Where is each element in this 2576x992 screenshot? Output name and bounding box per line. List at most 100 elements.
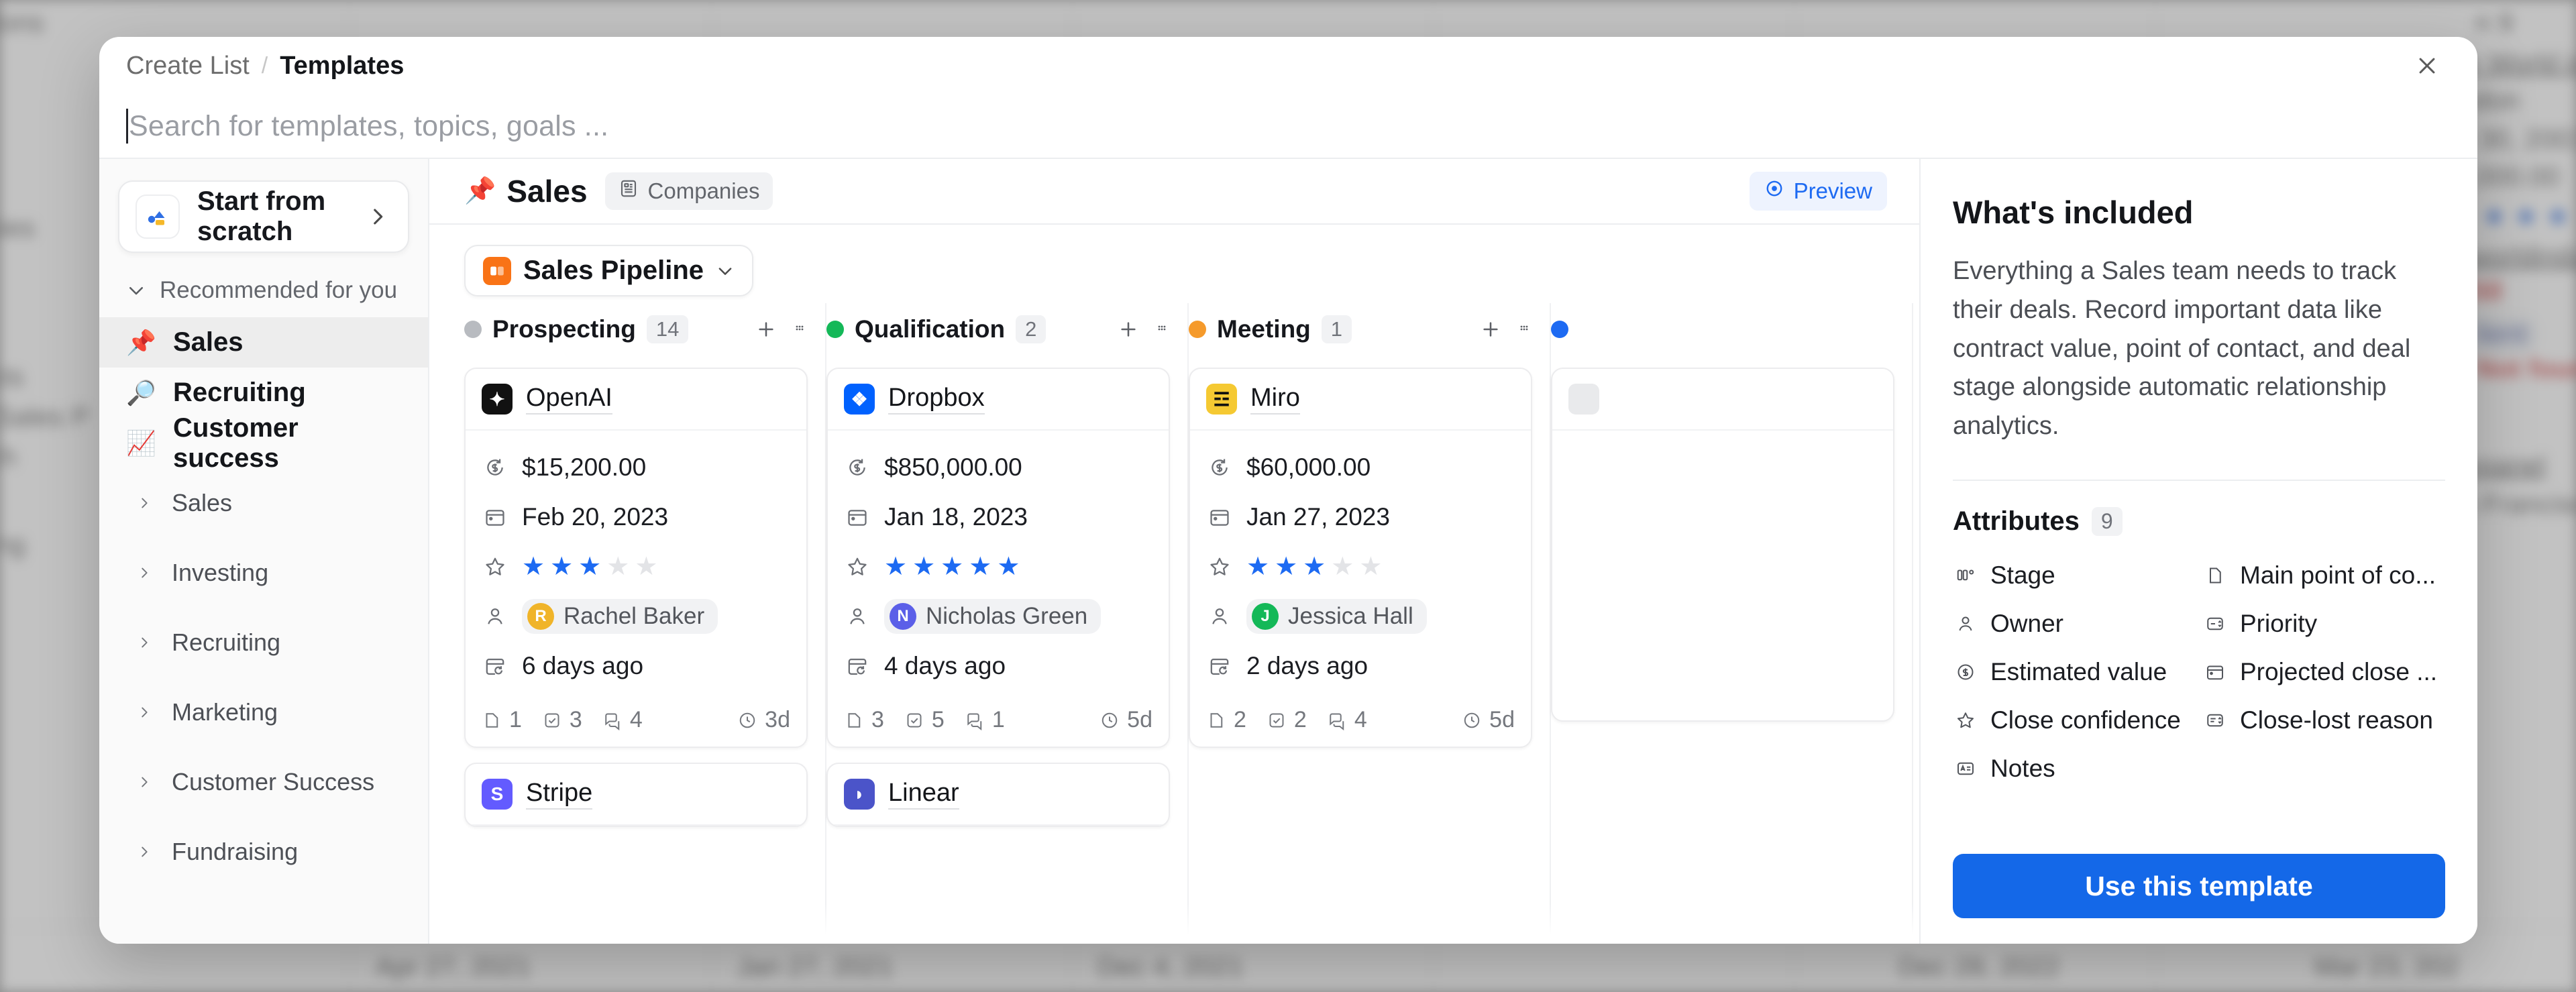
drag-handle-icon[interactable] bbox=[1516, 321, 1532, 337]
chevron-right-icon bbox=[137, 565, 152, 581]
deal-card[interactable]: ❖ Dropbox $850,000.00 Jan 18, 2023 ★ ★ ★… bbox=[826, 368, 1170, 748]
attachment-count: 1 bbox=[482, 707, 522, 733]
drag-handle-icon[interactable] bbox=[1154, 321, 1170, 337]
sidebar-category-marketing[interactable]: Marketing bbox=[99, 677, 428, 747]
kanban-board[interactable]: Prospecting 14 ✦ OpenAI $15,200.00 Feb 2… bbox=[429, 303, 1919, 944]
attributes-grid: Stage Main point of co... Owner Priority… bbox=[1953, 551, 2445, 793]
sidebar-category-fundraising[interactable]: Fundraising bbox=[99, 817, 428, 887]
attio-logo-icon bbox=[136, 195, 180, 239]
card-company-name[interactable]: Dropbox bbox=[888, 384, 985, 415]
search-input[interactable]: Search for templates, topics, goals ... bbox=[129, 110, 608, 143]
projected-close-date: Jan 18, 2023 bbox=[884, 503, 1028, 531]
stage-icon bbox=[1953, 565, 1978, 586]
add-record-icon[interactable] bbox=[755, 319, 777, 340]
sidebar-item-customer-success[interactable]: 📈 Customer success bbox=[99, 413, 428, 473]
deal-card-partial[interactable]: ◗ Linear bbox=[826, 763, 1170, 827]
deal-card-clipped[interactable] bbox=[1551, 368, 1894, 722]
preview-button[interactable]: Preview bbox=[1749, 172, 1887, 211]
card-company-name[interactable]: Linear bbox=[888, 779, 959, 810]
use-this-template-button[interactable]: Use this template bbox=[1953, 854, 2445, 918]
search-bar[interactable]: Search for templates, topics, goals ... bbox=[99, 95, 2477, 159]
chevron-right-icon bbox=[137, 704, 152, 720]
person-icon bbox=[1206, 605, 1233, 628]
object-type-chip: Companies bbox=[604, 172, 773, 210]
chevron-right-icon bbox=[137, 774, 152, 790]
sidebar-category-customer-success[interactable]: Customer Success bbox=[99, 747, 428, 817]
sidebar-item-sales[interactable]: 📌 Sales bbox=[99, 317, 428, 368]
deal-card[interactable]: ✦ OpenAI $15,200.00 Feb 20, 2023 ★ ★ ★ ★… bbox=[464, 368, 808, 748]
owner-name: Jessica Hall bbox=[1288, 603, 1413, 629]
card-header bbox=[1552, 369, 1893, 431]
sidebar-category-recruiting[interactable]: Recruiting bbox=[99, 608, 428, 677]
card-header: ❖ Dropbox bbox=[828, 369, 1169, 431]
card-footer: 2 2 4 5d bbox=[1190, 700, 1531, 747]
sidebar-category-sales[interactable]: Sales bbox=[99, 468, 428, 538]
avatar: N bbox=[890, 603, 916, 630]
close-confidence-stars[interactable]: ★ ★ ★ ★ ★ bbox=[884, 554, 1020, 580]
calendar-refresh-icon bbox=[482, 655, 508, 677]
sidebar-item-label: Recruiting bbox=[173, 378, 306, 407]
sidebar-category-investing[interactable]: Investing bbox=[99, 538, 428, 608]
add-record-icon[interactable] bbox=[1480, 319, 1501, 340]
breadcrumb-parent[interactable]: Create List bbox=[126, 52, 250, 80]
sidebar-item-recruiting[interactable]: 🔎 Recruiting bbox=[99, 368, 428, 418]
templates-modal: Create List / Templates Search for templ… bbox=[99, 37, 2477, 944]
breadcrumb-current: Templates bbox=[280, 51, 405, 80]
drag-handle-icon[interactable] bbox=[792, 321, 808, 337]
owner-chip[interactable]: J Jessica Hall bbox=[1246, 599, 1427, 634]
pipeline-selector[interactable]: Sales Pipeline bbox=[464, 245, 754, 296]
person-icon bbox=[482, 605, 508, 628]
projected-close-date: Feb 20, 2023 bbox=[522, 503, 669, 531]
last-updated: 6 days ago bbox=[522, 652, 644, 679]
estimated-value: $60,000.00 bbox=[1246, 453, 1371, 481]
templates-sidebar: Start from scratch Recommended for you 📌… bbox=[99, 159, 429, 944]
task-count: 2 bbox=[1267, 707, 1307, 733]
pin-icon: 📌 bbox=[126, 328, 156, 356]
column-header bbox=[1551, 303, 1912, 355]
deal-card-partial[interactable]: S Stripe bbox=[464, 763, 808, 827]
sidebar-category-label: Investing bbox=[172, 559, 269, 586]
start-from-scratch-label: Start from scratch bbox=[197, 186, 326, 246]
card-field-confidence: ★ ★ ★ ★ ★ bbox=[482, 542, 790, 592]
attributes-label: Attributes bbox=[1953, 506, 2080, 536]
stage-age: 5d bbox=[1099, 707, 1152, 733]
start-from-scratch-button[interactable]: Start from scratch bbox=[118, 180, 409, 253]
pipeline-selector-row: Sales Pipeline bbox=[429, 225, 1919, 303]
deal-card[interactable]: ☲ Miro $60,000.00 Jan 27, 2023 ★ ★ ★ ★ ★… bbox=[1189, 368, 1532, 748]
card-company-name[interactable]: OpenAI bbox=[526, 384, 612, 415]
template-description: Everything a Sales team needs to track t… bbox=[1953, 257, 2411, 440]
card-company-name[interactable]: Stripe bbox=[526, 779, 593, 810]
card-company-name[interactable]: Miro bbox=[1250, 384, 1300, 415]
text-icon bbox=[1953, 759, 1978, 779]
chevron-right-icon bbox=[137, 844, 152, 860]
calendar-refresh-icon bbox=[1206, 655, 1233, 677]
column-header: Prospecting 14 bbox=[464, 303, 825, 355]
avatar: J bbox=[1252, 603, 1279, 630]
card-field-date: Jan 18, 2023 bbox=[844, 492, 1152, 542]
multiselect-icon bbox=[2202, 710, 2228, 730]
owner-chip[interactable]: R Rachel Baker bbox=[522, 599, 718, 634]
preview-button-label: Preview bbox=[1793, 178, 1872, 203]
kanban-column-qualification: Qualification 2 ❖ Dropbox $850,000.00 Ja… bbox=[826, 303, 1189, 944]
preview-header: 📌 Sales Companies Preview bbox=[429, 159, 1919, 223]
pin-icon: 📌 bbox=[464, 177, 496, 205]
close-icon[interactable] bbox=[2408, 46, 2447, 85]
stage-age: 5d bbox=[1462, 707, 1515, 733]
column-count: 1 bbox=[1321, 315, 1352, 343]
avatar: R bbox=[527, 603, 554, 630]
column-header: Meeting 1 bbox=[1189, 303, 1550, 355]
chart-increasing-icon: 📈 bbox=[126, 429, 156, 457]
recommended-section-header[interactable]: Recommended for you bbox=[99, 261, 428, 317]
card-field-value: $850,000.00 bbox=[844, 443, 1152, 492]
close-confidence-stars[interactable]: ★ ★ ★ ★ ★ bbox=[522, 554, 657, 580]
calendar-icon bbox=[844, 506, 871, 529]
add-record-icon[interactable] bbox=[1118, 319, 1139, 340]
chevron-right-icon bbox=[137, 495, 152, 511]
attribute-estimated-value: Estimated value bbox=[1953, 648, 2196, 696]
object-type-label: Companies bbox=[647, 178, 760, 203]
card-header: ◗ Linear bbox=[828, 764, 1169, 826]
attribute-notes: Notes bbox=[1953, 745, 2196, 793]
breadcrumb: Create List / Templates bbox=[99, 37, 2477, 95]
close-confidence-stars[interactable]: ★ ★ ★ ★ ★ bbox=[1246, 554, 1382, 580]
owner-chip[interactable]: N Nicholas Green bbox=[884, 599, 1102, 634]
